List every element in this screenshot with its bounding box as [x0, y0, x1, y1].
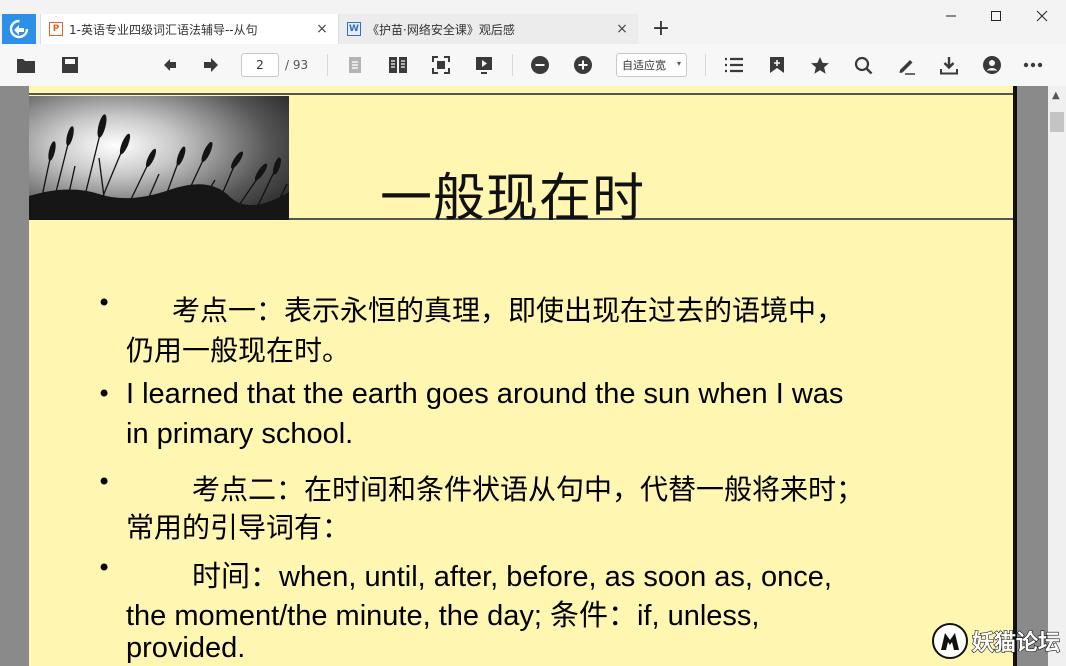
tab-title: 《护苗·网络安全课》观后感 — [367, 22, 515, 37]
new-tab-button[interactable]: + — [649, 16, 673, 42]
zoom-out-icon — [531, 56, 549, 74]
toolbar-divider — [705, 54, 706, 76]
bullet: • — [97, 554, 112, 582]
zoom-mode-label: 自适应宽 — [622, 59, 666, 72]
conjunctions-text: 时间：when, until, after, before, as soon a… — [192, 561, 832, 593]
point-one-line-1: 考点一：表示永恒的真理，即使出现在过去的语境中， — [126, 289, 844, 329]
toolbar-divider — [327, 54, 328, 76]
pen-icon — [899, 59, 915, 75]
scroll-up-icon[interactable]: ▲ — [1052, 90, 1060, 101]
bullet: • — [97, 289, 112, 317]
more-button[interactable] — [1021, 53, 1045, 77]
save-button[interactable] — [58, 53, 82, 77]
chevron-down-icon: ▾ — [676, 59, 681, 68]
close-tab-icon[interactable]: × — [314, 21, 330, 37]
minimize-icon — [946, 15, 956, 17]
add-bookmark-button[interactable] — [765, 53, 789, 77]
search-icon — [854, 56, 872, 74]
two-page-icon — [389, 57, 407, 73]
fullscreen-icon — [432, 56, 450, 74]
conjunctions-line-2: the moment/the minute, the day; 条件：if, u… — [126, 600, 760, 632]
open-folder-button[interactable] — [14, 53, 38, 77]
download-icon — [940, 56, 958, 74]
page-number-input[interactable]: 2 — [241, 53, 279, 77]
close-icon — [1036, 10, 1048, 22]
tab-bar: P 1-英语专业四级词汇语法辅导--从句 × W 《护苗·网络安全课》观后感 ×… — [0, 0, 1066, 44]
zoom-in-icon — [574, 56, 592, 74]
bullet: • — [97, 380, 112, 408]
page-icon — [349, 57, 361, 73]
point-two-line-1: 考点二：在时间和条件状语从句中，代替一般将来时； — [126, 468, 864, 508]
tab-title: 1-英语专业四级词汇语法辅导--从句 — [69, 22, 258, 37]
point-one-line-2: 仍用一般现在时。 — [126, 334, 351, 367]
page-total: / 93 — [285, 58, 309, 72]
tab-document-ppt[interactable]: P 1-英语专业四级词汇语法辅导--从句 × — [40, 14, 339, 44]
list-icon — [725, 57, 743, 73]
presentation-button[interactable] — [472, 53, 496, 77]
single-page-view-button[interactable] — [343, 53, 367, 77]
close-tab-icon[interactable]: × — [614, 21, 630, 37]
scrollbar-thumb[interactable] — [1050, 112, 1064, 132]
slide-title: 一般现在时 — [380, 169, 646, 229]
example-line-1: I learned that the earth goes around the… — [126, 378, 844, 410]
maximize-icon — [991, 11, 1001, 21]
arrow-right-icon — [204, 58, 218, 72]
slide-page: 一般现在时 • 考点一：表示永恒的真理，即使出现在过去的语境中， 仍用一般现在时… — [29, 86, 1017, 666]
word-file-icon: W — [347, 22, 361, 36]
maximize-button[interactable] — [973, 2, 1019, 30]
minimize-button[interactable] — [928, 2, 974, 30]
favorite-button[interactable] — [808, 53, 832, 77]
vertical-scrollbar[interactable]: ▲ — [1048, 86, 1066, 666]
arrow-left-icon — [164, 59, 176, 71]
search-button[interactable] — [851, 53, 875, 77]
next-page-button[interactable] — [199, 53, 223, 77]
example-line-2: in primary school. — [126, 418, 354, 450]
bookmark-icon — [770, 57, 784, 73]
close-window-button[interactable] — [1019, 2, 1065, 30]
conjunctions-line-1: 时间：when, until, after, before, as soon a… — [126, 553, 832, 595]
more-icon — [1023, 62, 1043, 68]
zoom-in-button[interactable] — [571, 53, 595, 77]
point-one-text: 考点一：表示永恒的真理，即使出现在过去的语境中， — [172, 294, 845, 327]
save-icon — [62, 57, 78, 73]
user-icon — [983, 56, 1001, 74]
bullet: • — [97, 468, 112, 496]
toolbar-divider — [512, 54, 513, 76]
toolbar: 2 / 93 自适应宽 ▾ — [0, 44, 1066, 128]
tab-document-word[interactable]: W 《护苗·网络安全课》观后感 × — [339, 14, 638, 44]
point-two-line-2: 常用的引导词有： — [126, 511, 351, 544]
annotate-button[interactable] — [894, 53, 918, 77]
point-two-text: 考点二：在时间和条件状语从句中，代替一般将来时； — [192, 473, 865, 506]
zoom-out-button[interactable] — [528, 53, 552, 77]
zoom-mode-select[interactable]: 自适应宽 ▾ — [616, 53, 687, 77]
play-icon — [476, 57, 492, 74]
ppt-file-icon: P — [49, 22, 63, 36]
download-button[interactable] — [937, 53, 961, 77]
slide-top-rule — [29, 93, 1013, 95]
account-button[interactable] — [980, 53, 1004, 77]
outline-button[interactable] — [722, 53, 746, 77]
fullscreen-button[interactable] — [429, 53, 453, 77]
watermark: 妖猫论坛 — [932, 620, 1062, 662]
conjunctions-line-3: provided. — [126, 632, 246, 664]
folder-icon — [17, 59, 35, 73]
watermark-text: 妖猫论坛 — [971, 630, 1061, 656]
previous-page-button[interactable] — [158, 53, 182, 77]
two-page-view-button[interactable] — [386, 53, 410, 77]
star-icon — [811, 56, 829, 74]
app-logo-icon[interactable] — [2, 14, 36, 44]
document-viewer[interactable]: 一般现在时 • 考点一：表示永恒的真理，即使出现在过去的语境中， 仍用一般现在时… — [0, 86, 1048, 666]
wheat-field-photo — [29, 96, 289, 220]
cat-logo-icon — [932, 623, 968, 659]
